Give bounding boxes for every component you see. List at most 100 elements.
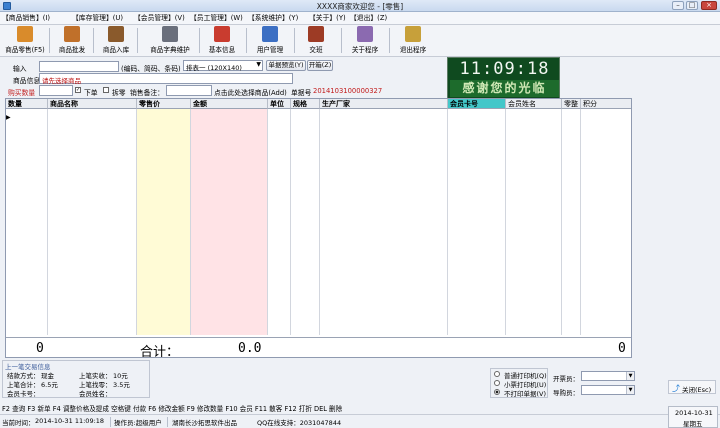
cashbox-button[interactable]: 开箱(Z): [307, 60, 333, 71]
status-operator: 操作员:超级用户: [114, 419, 162, 427]
col-member-card[interactable]: 会员卡号: [448, 99, 506, 109]
purchase-qty-input[interactable]: [39, 85, 73, 96]
title-bar: XXXX商家欢迎您 - [零售] – □ ×: [0, 0, 720, 12]
last-total-value: 6.5元: [41, 381, 58, 389]
dictionary-button[interactable]: 商品字典维护: [142, 26, 198, 56]
split-label: 拆零: [112, 89, 126, 97]
wholesale-button[interactable]: 商品批发: [52, 26, 92, 56]
col-unit-type[interactable]: 零整: [562, 99, 581, 109]
total-amount: 0.0: [238, 341, 262, 356]
retail-icon: [17, 26, 33, 42]
issuer-select[interactable]: ▼: [581, 371, 635, 381]
status-time: 2014-10-31 11:09:18: [35, 417, 105, 425]
menu-staff[interactable]: 【员工管理】(W): [190, 13, 243, 23]
preview-button[interactable]: 单据预览(Y): [266, 60, 306, 71]
users-icon: [262, 26, 278, 42]
col-manufacturer[interactable]: 生产厂家: [320, 99, 448, 109]
last-change-value: 3.5元: [113, 381, 130, 389]
status-qq: QQ在线支持：2031047844: [257, 419, 342, 427]
totals-row: 0 合计： 0.0 0: [6, 337, 631, 358]
maximize-button[interactable]: □: [686, 1, 698, 10]
print-receipt-radio[interactable]: [494, 380, 500, 386]
about-program-button[interactable]: 关于程序: [345, 26, 385, 56]
row-pointer-icon: ▶: [6, 114, 11, 121]
total-label: 合计：: [140, 345, 180, 358]
print-none-radio[interactable]: [494, 389, 500, 395]
product-info-field: 请先选择商品: [39, 73, 293, 85]
dictionary-icon: [162, 26, 178, 42]
status-bar: 当前时间： 2014-10-31 11:09:18 操作员:超级用户 湖南长沙拓…: [0, 414, 720, 428]
total-points: 0: [618, 341, 626, 356]
clock-time: 11:09:18: [459, 59, 550, 79]
issuer-label: 开票员：: [553, 375, 579, 383]
status-date: 2014-10-31: [675, 409, 713, 417]
stock-in-button[interactable]: 商品入库: [96, 26, 136, 56]
col-points[interactable]: 积分: [581, 99, 631, 109]
input-label: 输入: [13, 65, 27, 73]
menu-inventory[interactable]: 【库存管理】(U): [72, 13, 123, 23]
close-window-button[interactable]: ×: [701, 1, 717, 10]
menu-system[interactable]: 【系统维护】(Y): [248, 13, 298, 23]
remark-label: 销售备注：: [130, 89, 164, 97]
chevron-down-icon: ▼: [256, 61, 261, 68]
menu-member[interactable]: 【会员管理】(V): [134, 13, 185, 23]
close-icon: ⤴: [672, 384, 680, 393]
exit-program-button[interactable]: 退出程序: [393, 26, 433, 56]
info-icon: [214, 26, 230, 42]
retail-button[interactable]: 商品零售(F5): [2, 26, 48, 56]
close-button[interactable]: ⤴ 关闭(Esc): [668, 380, 716, 394]
basic-info-button[interactable]: 基本信息: [202, 26, 242, 56]
sales-table[interactable]: 数量 商品名称 零售价 金额 单位 规格 生产厂家 会员卡号 会员姓名 零整 积…: [5, 98, 632, 358]
chevron-down-icon: ▼: [626, 386, 634, 394]
user-management-button[interactable]: 用户管理: [250, 26, 290, 56]
col-unit[interactable]: 单位: [268, 99, 291, 109]
clock-panel: 11:09:18 感谢您的光临: [447, 57, 560, 99]
pick-product-link[interactable]: 点击此处选择商品(Add): [214, 87, 287, 97]
col-qty[interactable]: 数量: [6, 99, 48, 109]
col-product-name[interactable]: 商品名称: [48, 99, 137, 109]
window-title: XXXX商家欢迎您 - [零售]: [316, 2, 404, 11]
input-hint: (编码、简码、条码): [121, 65, 181, 73]
print-none-label: 不打印单据(V): [504, 390, 547, 398]
col-member-name[interactable]: 会员姓名: [506, 99, 562, 109]
thanks-banner: 感谢您的光临: [450, 80, 559, 97]
about-icon: [357, 26, 373, 42]
chevron-down-icon: ▼: [626, 372, 634, 380]
split-checkbox[interactable]: [103, 87, 109, 93]
purchase-qty-label: 购买数量: [8, 89, 36, 97]
code-input[interactable]: [39, 61, 119, 72]
ticket-select[interactable]: 排表一 (120X140) ▼: [183, 60, 263, 72]
shift-handover-button[interactable]: 交班: [298, 26, 334, 56]
doc-no-value: 2014103100000327: [313, 87, 383, 95]
print-normal-radio[interactable]: [494, 371, 500, 377]
col-spec[interactable]: 规格: [291, 99, 320, 109]
last-transaction-panel: 上一笔交易信息 结款方式： 现金 上笔实收： 10元 上笔合计： 6.5元 上笔…: [2, 360, 150, 398]
order-checkbox[interactable]: ✓: [75, 87, 81, 93]
wholesale-icon: [64, 26, 80, 42]
member-name-label: 会员姓名：: [79, 390, 112, 398]
shortcut-hints: F2 查询 F3 新单 F4 调整价格及提成 空格键 付款 F6 修改金额 F9…: [2, 405, 343, 413]
guide-select[interactable]: ▼: [581, 385, 635, 395]
doc-no-label: 单据号: [291, 89, 312, 97]
col-retail-price[interactable]: 零售价: [137, 99, 191, 109]
status-weekday: 星期五: [683, 420, 703, 428]
remark-input[interactable]: [166, 85, 212, 96]
order-label: 下单: [84, 89, 98, 97]
menu-exit[interactable]: 【退出】(Z): [350, 13, 387, 23]
date-panel: 2014-10-31 星期五: [668, 406, 718, 428]
total-qty: 0: [36, 341, 44, 356]
print-options: 普通打印机(Q) 小票打印机(U) 不打印单据(V): [490, 368, 548, 398]
menu-about[interactable]: 【关于】(Y): [309, 13, 346, 23]
stock-in-icon: [108, 26, 124, 42]
col-amount[interactable]: 金额: [191, 99, 268, 109]
status-time-label: 当前时间：: [2, 419, 35, 427]
shift-icon: [308, 26, 324, 42]
product-info-label: 商品信息: [13, 77, 41, 85]
menu-bar: 【商品销售】(I) 【库存管理】(U) 【会员管理】(V) 【员工管理】(W) …: [0, 12, 720, 25]
menu-sales[interactable]: 【商品销售】(I): [2, 13, 50, 23]
guide-label: 导购员：: [553, 389, 579, 397]
exit-icon: [405, 26, 421, 42]
toolbar: 商品零售(F5) 商品批发 商品入库 商品字典维护 基本信息 用户管理 交班 关…: [0, 25, 720, 57]
status-company: 湖南长沙拓思软件出品: [172, 419, 237, 427]
minimize-button[interactable]: –: [672, 1, 684, 10]
